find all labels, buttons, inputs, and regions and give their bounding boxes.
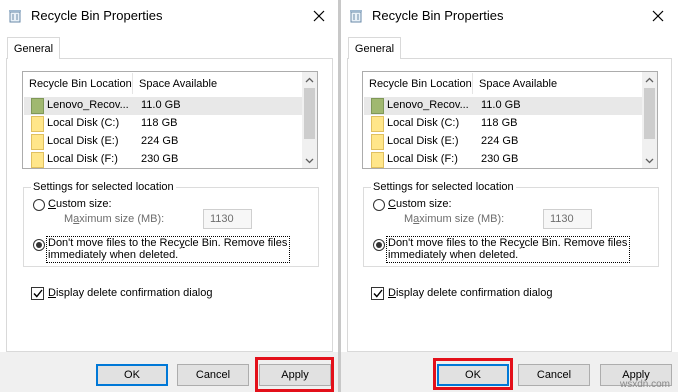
folder-icon xyxy=(31,152,44,168)
close-icon xyxy=(652,10,664,22)
folder-icon xyxy=(31,116,44,132)
cancel-button[interactable]: Cancel xyxy=(177,364,249,386)
highlight-box-apply xyxy=(255,357,334,392)
vertical-scrollbar[interactable] xyxy=(302,72,317,168)
title-bar: Recycle Bin Properties xyxy=(341,0,678,32)
recycle-bin-properties-dialog-left: Recycle Bin Properties General Recycle B… xyxy=(0,0,339,392)
chevron-up-icon xyxy=(305,77,314,82)
window-title: Recycle Bin Properties xyxy=(372,8,504,23)
chevron-up-icon xyxy=(645,77,654,82)
window-title: Recycle Bin Properties xyxy=(31,8,163,23)
scroll-up-button[interactable] xyxy=(642,72,657,87)
list-item[interactable]: Local Disk (C:) 118 GB xyxy=(364,115,644,133)
dont-move-files-label-line2[interactable]: immediately when deleted. xyxy=(388,249,518,261)
list-item[interactable]: Lenovo_Recov... 11.0 GB xyxy=(24,97,304,115)
folder-icon xyxy=(31,134,44,150)
list-item[interactable]: Lenovo_Recov... 11.0 GB xyxy=(364,97,644,115)
tab-general[interactable]: General xyxy=(7,37,60,59)
max-size-label: Maximum size (MB): xyxy=(404,213,505,225)
list-header: Recycle Bin Location Space Available xyxy=(23,72,303,96)
close-button[interactable] xyxy=(299,0,339,32)
list-header: Recycle Bin Location Space Available xyxy=(363,72,643,96)
max-size-label: Maximum size (MB): xyxy=(64,213,165,225)
column-header-location[interactable]: Recycle Bin Location xyxy=(29,78,132,90)
custom-size-radio[interactable] xyxy=(33,199,45,211)
dont-move-files-label[interactable]: Don't move files to the Recycle Bin. Rem… xyxy=(388,237,627,249)
max-size-input[interactable]: 1130 xyxy=(543,209,592,229)
vertical-scrollbar[interactable] xyxy=(642,72,657,168)
dont-move-files-label[interactable]: Don't move files to the Recycle Bin. Rem… xyxy=(48,237,287,249)
scroll-up-button[interactable] xyxy=(302,72,317,87)
settings-group: Settings for selected location Custom si… xyxy=(363,181,659,267)
display-confirm-label[interactable]: Display delete confirmation dialog xyxy=(48,287,213,299)
folder-icon xyxy=(371,116,384,132)
settings-group: Settings for selected location Custom si… xyxy=(23,181,319,267)
recycle-bin-icon xyxy=(350,10,362,23)
location-list[interactable]: Recycle Bin Location Space Available Len… xyxy=(22,71,318,169)
checkmark-icon xyxy=(32,289,43,298)
column-header-space[interactable]: Space Available xyxy=(139,78,217,90)
location-list[interactable]: Recycle Bin Location Space Available Len… xyxy=(362,71,658,169)
cancel-button[interactable]: Cancel xyxy=(518,364,590,386)
display-confirm-checkbox[interactable] xyxy=(31,287,44,300)
checkmark-icon xyxy=(372,289,383,298)
dont-move-files-label-line2[interactable]: immediately when deleted. xyxy=(48,249,178,261)
general-panel: Recycle Bin Location Space Available Len… xyxy=(347,58,672,352)
custom-size-label[interactable]: Custom size: xyxy=(48,198,112,210)
display-confirm-label[interactable]: Display delete confirmation dialog xyxy=(388,287,553,299)
group-title: Settings for selected location xyxy=(31,181,176,193)
list-item[interactable]: Local Disk (F:) 230 GB xyxy=(364,151,644,169)
watermark: wsxdn.com xyxy=(619,379,670,390)
chevron-down-icon xyxy=(645,158,654,163)
column-header-space[interactable]: Space Available xyxy=(479,78,557,90)
list-item[interactable]: Local Disk (C:) 118 GB xyxy=(24,115,304,133)
recycle-bin-icon xyxy=(9,10,21,23)
column-separator[interactable] xyxy=(132,73,133,94)
list-item[interactable]: Local Disk (E:) 224 GB xyxy=(364,133,644,151)
general-panel: Recycle Bin Location Space Available Len… xyxy=(6,58,333,352)
ok-button[interactable]: OK xyxy=(96,364,168,386)
close-icon xyxy=(313,10,325,22)
highlight-box-ok xyxy=(433,358,513,390)
dont-move-files-radio[interactable] xyxy=(373,239,385,251)
list-item[interactable]: Local Disk (E:) 224 GB xyxy=(24,133,304,151)
tab-general[interactable]: General xyxy=(348,37,401,59)
max-size-input[interactable]: 1130 xyxy=(203,209,252,229)
folder-icon xyxy=(371,152,384,168)
group-title: Settings for selected location xyxy=(371,181,516,193)
custom-size-label[interactable]: Custom size: xyxy=(388,198,452,210)
close-button[interactable] xyxy=(638,0,678,32)
scrollbar-thumb[interactable] xyxy=(644,88,655,139)
scroll-down-button[interactable] xyxy=(302,153,317,168)
display-confirm-checkbox[interactable] xyxy=(371,287,384,300)
list-item[interactable]: Local Disk (F:) 230 GB xyxy=(24,151,304,169)
drive-green-icon xyxy=(31,98,44,114)
recycle-bin-properties-dialog-right: Recycle Bin Properties General Recycle B… xyxy=(341,0,678,392)
title-bar: Recycle Bin Properties xyxy=(0,0,339,32)
column-header-location[interactable]: Recycle Bin Location xyxy=(369,78,472,90)
scrollbar-thumb[interactable] xyxy=(304,88,315,139)
drive-green-icon xyxy=(371,98,384,114)
folder-icon xyxy=(371,134,384,150)
column-separator[interactable] xyxy=(472,73,473,94)
chevron-down-icon xyxy=(305,158,314,163)
custom-size-radio[interactable] xyxy=(373,199,385,211)
dont-move-files-radio[interactable] xyxy=(33,239,45,251)
scroll-down-button[interactable] xyxy=(642,153,657,168)
